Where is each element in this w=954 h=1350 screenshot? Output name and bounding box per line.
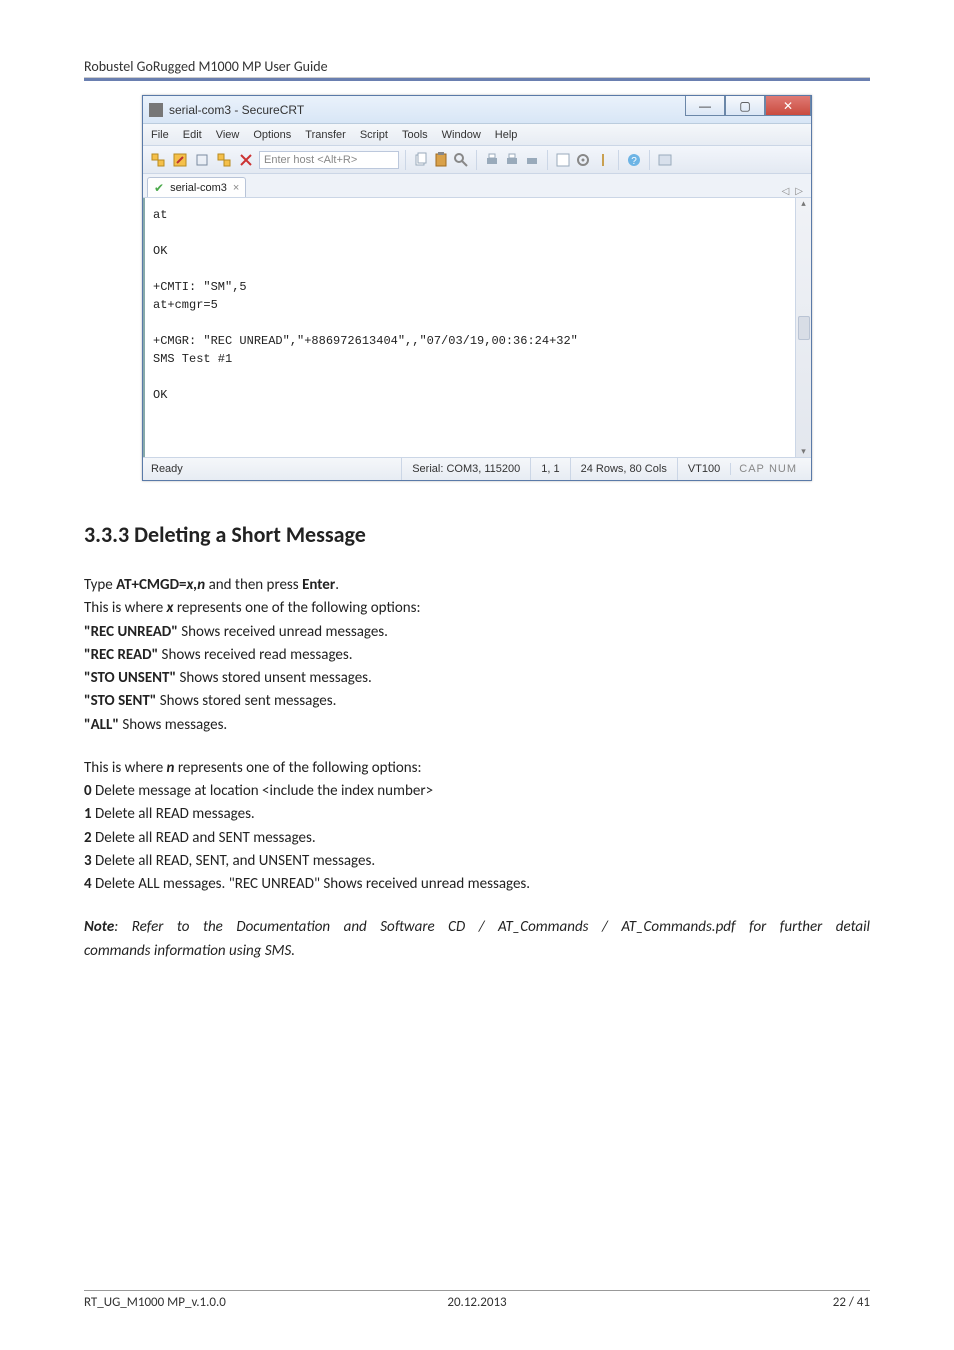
help-icon[interactable]: ? bbox=[625, 151, 643, 169]
svg-text:?: ? bbox=[631, 156, 637, 167]
keymap-icon[interactable] bbox=[594, 151, 612, 169]
tab-nav: ◁ ▷ bbox=[782, 186, 811, 197]
status-pos: 1, 1 bbox=[530, 458, 569, 480]
note-block: Note: Refer to the Documentation and Sof… bbox=[84, 916, 870, 963]
terminal-area[interactable]: at OK +CMTI: "SM",5 at+cmgr=5 +CMGR: "RE… bbox=[143, 198, 811, 458]
n-opt-2: 2 Delete all READ and SENT messages. bbox=[84, 827, 870, 850]
scrollbar[interactable]: ▴ ▾ bbox=[795, 198, 811, 457]
toolbar-separator bbox=[405, 150, 406, 170]
print-setup-icon[interactable] bbox=[523, 151, 541, 169]
check-icon: ✔ bbox=[154, 181, 164, 195]
menu-tools[interactable]: Tools bbox=[402, 129, 428, 141]
menu-options[interactable]: Options bbox=[253, 129, 291, 141]
x-opt-1: "REC READ" Shows received read messages. bbox=[84, 644, 870, 667]
menu-transfer[interactable]: Transfer bbox=[305, 129, 346, 141]
footer-center: 20.12.2013 bbox=[346, 1295, 608, 1310]
host-input-wrap bbox=[259, 150, 399, 169]
tab-label: serial-com3 bbox=[170, 182, 227, 194]
global-options-icon[interactable] bbox=[574, 151, 592, 169]
x-opt-0: "REC UNREAD" Shows received unread messa… bbox=[84, 621, 870, 644]
menu-bar: File Edit View Options Transfer Script T… bbox=[143, 124, 811, 146]
status-bar: Ready Serial: COM3, 115200 1, 1 24 Rows,… bbox=[143, 458, 811, 480]
paste-icon[interactable] bbox=[432, 151, 450, 169]
toolbar-separator bbox=[476, 150, 477, 170]
maximize-button[interactable]: ▢ bbox=[725, 96, 765, 116]
scroll-up-icon[interactable]: ▴ bbox=[801, 198, 806, 209]
section-heading: 3.3.3 Deleting a Short Message bbox=[84, 521, 870, 548]
tab-serial-com3[interactable]: ✔ serial-com3 × bbox=[147, 177, 246, 197]
quick-connect-icon[interactable] bbox=[171, 151, 189, 169]
x-opt-3: "STO SENT" Shows stored sent messages. bbox=[84, 690, 870, 713]
window-titlebar[interactable]: serial-com3 - SecureCRT — ▢ ✕ bbox=[143, 96, 811, 124]
x-opt-2: "STO UNSENT" Shows stored unsent message… bbox=[84, 667, 870, 690]
menu-view[interactable]: View bbox=[216, 129, 240, 141]
tab-strip: ✔ serial-com3 × ◁ ▷ bbox=[143, 174, 811, 198]
scroll-down-icon[interactable]: ▾ bbox=[801, 446, 806, 457]
toggle-icon[interactable] bbox=[656, 151, 674, 169]
status-ready: Ready bbox=[149, 458, 401, 480]
n-intro: This is where n represents one of the fo… bbox=[84, 757, 870, 780]
footer-left: RT_UG_M1000 MP_v.1.0.0 bbox=[84, 1295, 346, 1310]
copy-icon[interactable] bbox=[412, 151, 430, 169]
menu-script[interactable]: Script bbox=[360, 129, 388, 141]
print-icon[interactable] bbox=[483, 151, 501, 169]
toolbar-separator bbox=[547, 150, 548, 170]
header-rule bbox=[84, 77, 870, 81]
toolbar-separator bbox=[649, 150, 650, 170]
n-opt-3: 3 Delete all READ, SENT, and UNSENT mess… bbox=[84, 850, 870, 873]
intro-line: Type AT+CMGD=x,n and then press Enter. bbox=[84, 574, 870, 597]
n-opt-0: 0 Delete message at location <include th… bbox=[84, 780, 870, 803]
tab-prev-icon[interactable]: ◁ bbox=[782, 186, 790, 197]
footer-right: 22 / 41 bbox=[608, 1295, 870, 1310]
status-emu: VT100 bbox=[677, 458, 730, 480]
toolbar: ? bbox=[143, 146, 811, 174]
toolbar-separator bbox=[618, 150, 619, 170]
app-icon bbox=[149, 103, 163, 117]
n-opt-1: 1 Delete all READ messages. bbox=[84, 803, 870, 826]
print-screen-icon[interactable] bbox=[503, 151, 521, 169]
tab-next-icon[interactable]: ▷ bbox=[795, 186, 803, 197]
host-input[interactable] bbox=[259, 151, 399, 169]
status-serial: Serial: COM3, 115200 bbox=[401, 458, 530, 480]
close-button[interactable]: ✕ bbox=[765, 96, 811, 116]
x-intro: This is where x represents one of the fo… bbox=[84, 597, 870, 620]
scroll-thumb[interactable] bbox=[798, 316, 810, 340]
menu-window[interactable]: Window bbox=[442, 129, 481, 141]
page-footer: RT_UG_M1000 MP_v.1.0.0 20.12.2013 22 / 4… bbox=[84, 1290, 870, 1310]
find-icon[interactable] bbox=[452, 151, 470, 169]
terminal-output: at OK +CMTI: "SM",5 at+cmgr=5 +CMGR: "RE… bbox=[153, 206, 805, 404]
connect-bar-icon[interactable] bbox=[193, 151, 211, 169]
connect-icon[interactable] bbox=[149, 151, 167, 169]
menu-file[interactable]: File bbox=[151, 129, 169, 141]
disconnect-icon[interactable] bbox=[237, 151, 255, 169]
reconnect-icon[interactable] bbox=[215, 151, 233, 169]
securecrt-window: serial-com3 - SecureCRT — ▢ ✕ File Edit … bbox=[142, 95, 812, 481]
n-opt-4: 4 Delete ALL messages. "REC UNREAD" Show… bbox=[84, 873, 870, 896]
status-capsnum: CAP NUM bbox=[730, 463, 805, 475]
tab-close-icon[interactable]: × bbox=[233, 182, 239, 194]
minimize-button[interactable]: — bbox=[685, 96, 725, 116]
window-title: serial-com3 - SecureCRT bbox=[169, 103, 685, 117]
session-options-icon[interactable] bbox=[554, 151, 572, 169]
menu-help[interactable]: Help bbox=[495, 129, 518, 141]
status-size: 24 Rows, 80 Cols bbox=[570, 458, 677, 480]
menu-edit[interactable]: Edit bbox=[183, 129, 202, 141]
x-opt-4: "ALL" Shows messages. bbox=[84, 714, 870, 737]
page-header-title: Robustel GoRugged M1000 MP User Guide bbox=[84, 58, 870, 75]
terminal-left-border bbox=[143, 198, 145, 457]
